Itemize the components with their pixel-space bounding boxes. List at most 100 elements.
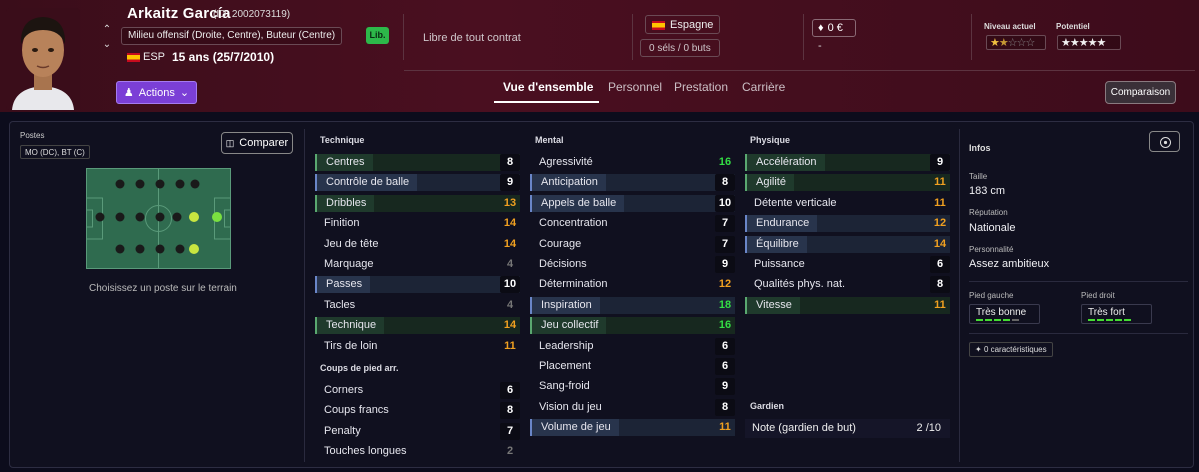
divider xyxy=(632,14,633,60)
attribute-row[interactable]: Détermination 12 xyxy=(530,276,735,294)
reputation-label: Réputation xyxy=(969,208,1008,217)
divider xyxy=(403,14,404,60)
tab-overview[interactable]: Vue d'ensemble xyxy=(503,80,593,94)
setpieces-title: Coups de pied arr. xyxy=(320,363,399,373)
attribute-row[interactable]: Sang-froid 9 xyxy=(530,378,735,396)
attribute-value: 7 xyxy=(715,235,735,253)
attribute-row[interactable]: Appels de balle 10 xyxy=(530,194,735,213)
chevron-down-icon[interactable]: ⌄ xyxy=(103,39,111,50)
physical-title: Physique xyxy=(750,135,791,145)
attribute-row[interactable]: Marquage 4 xyxy=(315,256,520,274)
attribute-value: 14 xyxy=(503,217,517,230)
attribute-row[interactable]: Agilité 11 xyxy=(745,174,950,192)
attribute-label: Placement xyxy=(539,360,591,372)
attribute-row[interactable]: Touches longues 2 xyxy=(315,443,520,461)
attribute-value: 8 xyxy=(500,402,520,420)
attribute-value: 9 xyxy=(500,174,520,192)
player-nav-arrows[interactable]: ⌃ ⌄ xyxy=(101,24,113,50)
attribute-row[interactable]: Placement 6 xyxy=(530,358,735,376)
attribute-row[interactable]: Technique 14 xyxy=(315,317,520,335)
player-roles[interactable]: Milieu offensif (Droite, Centre), Buteur… xyxy=(121,27,343,45)
attribute-row[interactable]: Accélération 9 xyxy=(745,154,950,172)
infos-settings-button[interactable] xyxy=(1149,131,1180,152)
attribute-value: 8 xyxy=(715,398,735,416)
attribute-row[interactable]: Qualités phys. nat. 8 xyxy=(745,276,950,294)
attribute-row[interactable]: Décisions 9 xyxy=(530,256,735,274)
attribute-row[interactable]: Concentration 7 xyxy=(530,215,735,233)
infos-title: Infos xyxy=(969,143,991,153)
attribute-row[interactable]: Anticipation 8 xyxy=(530,174,735,192)
attribute-row[interactable]: Équilibre 14 xyxy=(745,235,950,254)
attribute-row[interactable]: Détente verticale 11 xyxy=(745,195,950,213)
attribute-label: Centres xyxy=(315,154,373,171)
attribute-row[interactable]: Vision du jeu 8 xyxy=(530,398,735,417)
attribute-row[interactable]: Vitesse 11 xyxy=(745,296,950,315)
actions-button[interactable]: ♟ Actions ⌄ xyxy=(116,81,197,104)
tab-performance[interactable]: Prestation xyxy=(674,80,728,94)
attribute-row[interactable]: Centres 8 xyxy=(315,154,520,172)
attribute-value: 12 xyxy=(718,278,732,291)
attribute-row[interactable]: Jeu collectif 16 xyxy=(530,317,735,335)
national-team-badge[interactable]: Espagne xyxy=(645,15,721,34)
foot-meter-segment xyxy=(976,319,983,321)
attribute-label: Appels de balle xyxy=(530,194,625,212)
attribute-row[interactable]: Passes 10 xyxy=(315,276,520,294)
attribute-row[interactable]: Finition 14 xyxy=(315,215,520,233)
attribute-row[interactable]: Coups francs 8 xyxy=(315,402,520,420)
compare-label: Comparer xyxy=(239,137,289,149)
goalkeeper-rating-label: Note (gardien de but) xyxy=(752,422,856,434)
chevron-down-icon: ⌄ xyxy=(179,87,190,99)
right-foot-meter xyxy=(1088,319,1131,321)
attribute-value: 6 xyxy=(500,382,520,399)
attribute-row[interactable]: Contrôle de balle 9 xyxy=(315,174,520,192)
divider xyxy=(971,14,972,60)
attribute-label: Volume de jeu xyxy=(530,419,619,437)
chevron-up-icon[interactable]: ⌃ xyxy=(103,24,111,35)
traits-button[interactable]: ✦ 0 caractéristiques xyxy=(969,342,1053,357)
attribute-label: Jeu de tête xyxy=(324,237,379,250)
attribute-row[interactable]: Corners 6 xyxy=(315,382,520,400)
attribute-row[interactable]: Agressivité 16 xyxy=(530,154,735,172)
attribute-label: Marquage xyxy=(324,258,374,270)
attribute-row[interactable]: Puissance 6 xyxy=(745,256,950,274)
attribute-value: 10 xyxy=(500,276,520,294)
potential-label: Potentiel xyxy=(1056,22,1090,31)
attribute-row[interactable]: Jeu de tête 14 xyxy=(315,236,520,254)
attribute-row[interactable]: Leadership 6 xyxy=(530,337,735,356)
attribute-value: 9 xyxy=(715,378,735,396)
attribute-row[interactable]: Endurance 12 xyxy=(745,215,950,233)
comparison-button[interactable]: Comparaison xyxy=(1105,81,1176,104)
attribute-row[interactable]: Tirs de loin 11 xyxy=(315,338,520,356)
attribute-value: 4 xyxy=(506,258,514,270)
attribute-row[interactable]: Volume de jeu 11 xyxy=(530,419,735,437)
foot-meter-segment xyxy=(1097,319,1104,321)
attribute-value: 9 xyxy=(930,154,950,171)
contract-status-badge[interactable]: Lib. xyxy=(366,27,389,44)
divider xyxy=(304,129,305,462)
foot-meter-segment xyxy=(1088,319,1095,321)
attribute-row[interactable]: Tacles 4 xyxy=(315,297,520,315)
actions-label: Actions xyxy=(138,86,175,99)
tab-personal[interactable]: Personnel xyxy=(608,80,662,94)
personality-value: Assez ambitieux xyxy=(969,258,1050,270)
attribute-label: Anticipation xyxy=(530,174,606,192)
left-foot-label: Pied gauche xyxy=(969,291,1014,300)
attribute-row[interactable]: Dribbles 13 xyxy=(315,194,520,213)
tab-career[interactable]: Carrière xyxy=(742,80,785,94)
attribute-value: 14 xyxy=(503,237,517,250)
compare-button[interactable]: ◫ Comparer xyxy=(221,132,293,154)
attribute-value: 8 xyxy=(500,154,520,171)
attribute-value: 11 xyxy=(934,298,946,311)
foot-meter-segment xyxy=(1003,319,1010,321)
attribute-row[interactable]: Inspiration 18 xyxy=(530,296,735,315)
attribute-row[interactable]: Courage 7 xyxy=(530,235,735,254)
attribute-label: Agilité xyxy=(745,174,794,192)
attribute-label: Puissance xyxy=(754,258,805,270)
pitch-hint: Choisissez un poste sur le terrain xyxy=(89,283,237,294)
attribute-value: 9 xyxy=(715,256,735,273)
reputation-value: Nationale xyxy=(969,222,1016,234)
player-value[interactable]: ♦ 0 € xyxy=(812,19,856,37)
attribute-row[interactable]: Penalty 7 xyxy=(315,422,520,441)
position-pitch[interactable] xyxy=(86,168,231,269)
spain-flag-icon xyxy=(652,21,665,30)
